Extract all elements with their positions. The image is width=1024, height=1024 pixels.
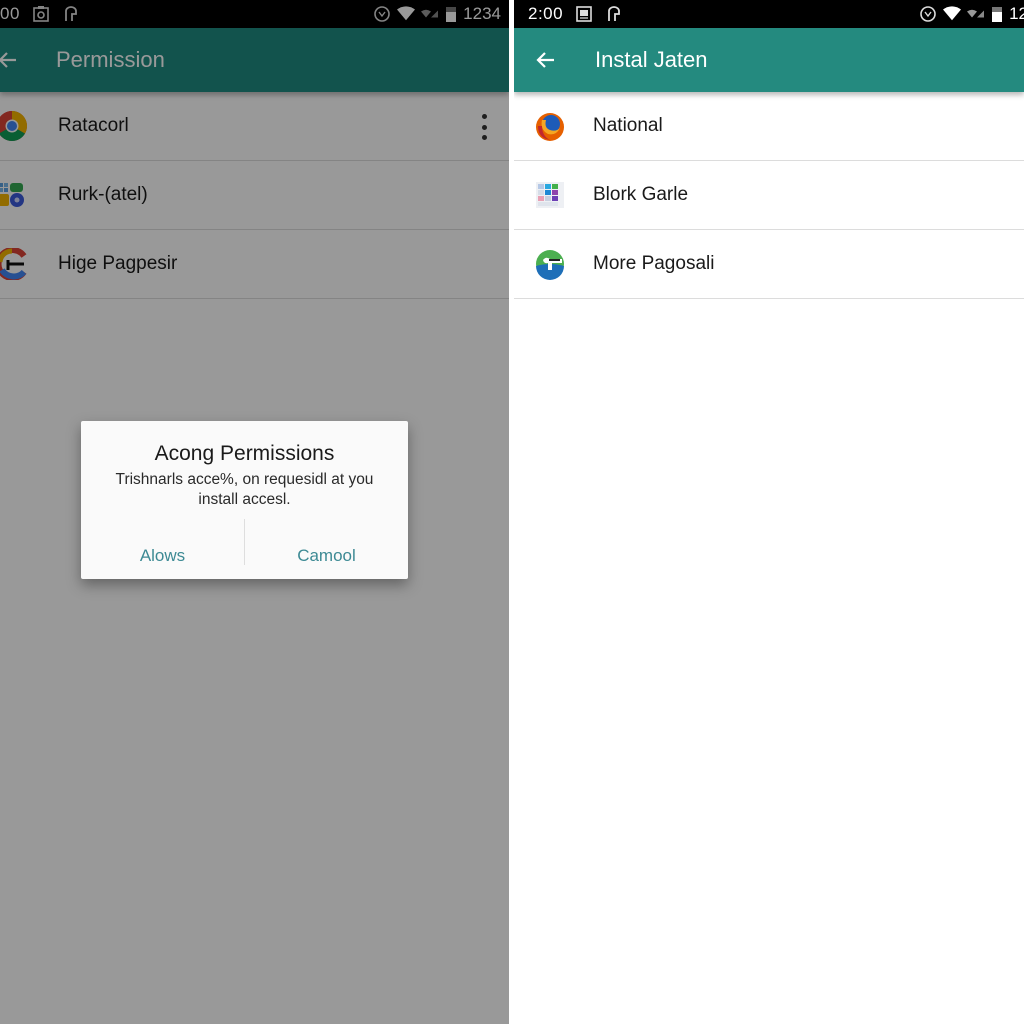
list-item[interactable]: Blork Garle [514, 161, 1024, 230]
right-phone-screen: 2:00 12 Instal Jaten National Blork Garl… [514, 0, 1024, 1024]
dialog-title: Acong Permissions [154, 442, 335, 465]
wifi-icon [943, 5, 962, 23]
arrow-left-icon[interactable] [534, 48, 558, 72]
allow-button[interactable]: Alows [81, 531, 244, 579]
photo-notification-icon [575, 5, 593, 23]
status-time: 2:00 [528, 4, 564, 23]
list-item[interactable]: More Pagosali [514, 230, 1024, 299]
permission-dialog: Acong Permissions Trishnarls acce%, on r… [81, 421, 408, 579]
firefox-icon [534, 110, 566, 142]
tile-grid-icon [534, 179, 566, 211]
app-list: National Blork Garle More Pagosali [514, 92, 1024, 299]
status-bar: 2:00 12 [514, 0, 1024, 28]
battery-icon [991, 5, 1003, 23]
list-item-label: Blork Garle [593, 184, 689, 205]
key-notification-icon [605, 5, 623, 23]
pagosali-icon [534, 248, 566, 280]
data-saver-icon [919, 5, 937, 23]
dialog-actions: Alows Camool [81, 519, 408, 579]
page-title: Instal Jaten [595, 47, 708, 72]
cancel-button[interactable]: Camool [245, 531, 408, 579]
list-item-label: More Pagosali [593, 253, 715, 274]
dialog-message: Trishnarls acce%, on requesidl at you in… [115, 471, 374, 508]
left-phone-screen: 00 1234 Permission Ratacorl Rurk-(atel) … [0, 0, 509, 1024]
status-clock: 12 [1009, 4, 1024, 23]
app-bar: Instal Jaten [514, 28, 1024, 92]
signal-icon [967, 5, 985, 23]
list-item-label: National [593, 115, 663, 136]
list-item[interactable]: National [514, 92, 1024, 161]
